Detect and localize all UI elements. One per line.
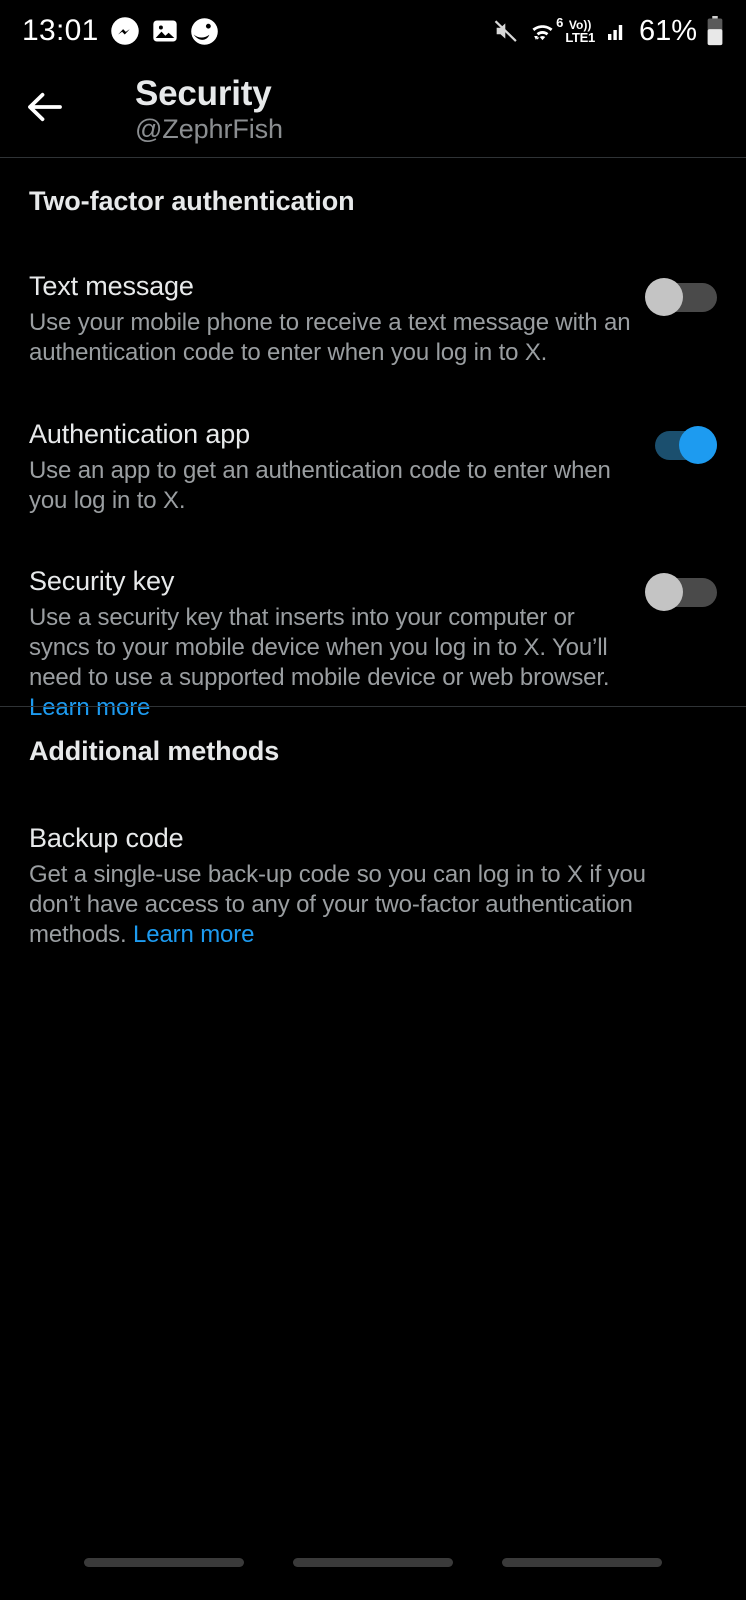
setting-title: Security key	[29, 566, 175, 596]
messenger-icon	[110, 16, 140, 46]
setting-description: Use a security key that inserts into you…	[29, 603, 631, 723]
volte-bottom-label: LTE1	[565, 29, 595, 45]
toggle-text-message[interactable]	[645, 278, 717, 316]
volte-indicator: Vo)) LTE1	[565, 19, 595, 44]
header-divider	[0, 157, 746, 158]
cellular-signal-icon	[604, 19, 630, 43]
toggle-thumb	[679, 426, 717, 464]
battery-icon	[706, 16, 724, 46]
app-header: Security @ZephrFish	[0, 62, 746, 157]
setting-description-text: Use a security key that inserts into you…	[29, 603, 610, 691]
wifi-generation-label: 6	[556, 14, 564, 30]
setting-description: Get a single-use back-up code so you can…	[29, 860, 703, 950]
wifi-icon: 6	[529, 15, 563, 45]
setting-row-security-key[interactable]: Security key Use a security key that ins…	[0, 565, 746, 723]
setting-texts: Security key Use a security key that ins…	[29, 565, 645, 723]
section-title-additional-methods: Additional methods	[29, 736, 280, 766]
setting-row-authentication-app[interactable]: Authentication app Use an app to get an …	[0, 418, 746, 516]
status-bar: 13:01 6 Vo)) LTE1 61%	[0, 0, 746, 62]
page-title: Security	[135, 73, 272, 113]
learn-more-link-backup-code[interactable]: Learn more	[133, 921, 254, 948]
section-divider	[0, 706, 746, 707]
setting-title: Text message	[29, 271, 194, 301]
setting-title: Authentication app	[29, 419, 250, 449]
nav-pill-right[interactable]	[501, 1557, 662, 1567]
setting-title: Backup code	[29, 823, 184, 853]
header-titles: Security @ZephrFish	[135, 74, 283, 145]
volte-top-label: Vo))	[568, 17, 592, 32]
back-arrow-icon	[24, 86, 66, 133]
toggle-thumb	[645, 278, 683, 316]
toggle-security-key[interactable]	[645, 573, 717, 611]
learn-more-link-security-key[interactable]: Learn more	[29, 694, 150, 721]
gallery-icon	[151, 17, 179, 45]
setting-texts: Text message Use your mobile phone to re…	[29, 270, 645, 368]
setting-description: Use your mobile phone to receive a text …	[29, 308, 631, 366]
back-button[interactable]	[0, 62, 90, 157]
toggle-authentication-app[interactable]	[645, 426, 717, 464]
page-subtitle-handle: @ZephrFish	[135, 114, 283, 145]
status-bar-right: 6 Vo)) LTE1 61%	[492, 15, 724, 48]
setting-texts: Backup code Get a single-use back-up cod…	[29, 822, 717, 950]
system-navigation-bar	[0, 1540, 746, 1600]
setting-row-backup-code[interactable]: Backup code Get a single-use back-up cod…	[0, 822, 746, 950]
status-bar-clock: 13:01	[22, 14, 99, 47]
nav-pill-center[interactable]	[292, 1557, 453, 1567]
volume-mute-icon	[492, 17, 520, 45]
app-circle-icon	[190, 17, 219, 46]
section-title-two-factor: Two-factor authentication	[29, 186, 355, 216]
setting-description: Use an app to get an authentication code…	[29, 456, 611, 514]
toggle-thumb	[645, 573, 683, 611]
status-bar-left: 13:01	[22, 14, 219, 48]
battery-percent-label: 61%	[638, 14, 697, 47]
setting-texts: Authentication app Use an app to get an …	[29, 418, 645, 516]
setting-description-text: Get a single-use back-up code so you can…	[29, 860, 646, 948]
nav-pill-left[interactable]	[84, 1557, 245, 1567]
setting-row-text-message[interactable]: Text message Use your mobile phone to re…	[0, 270, 746, 368]
